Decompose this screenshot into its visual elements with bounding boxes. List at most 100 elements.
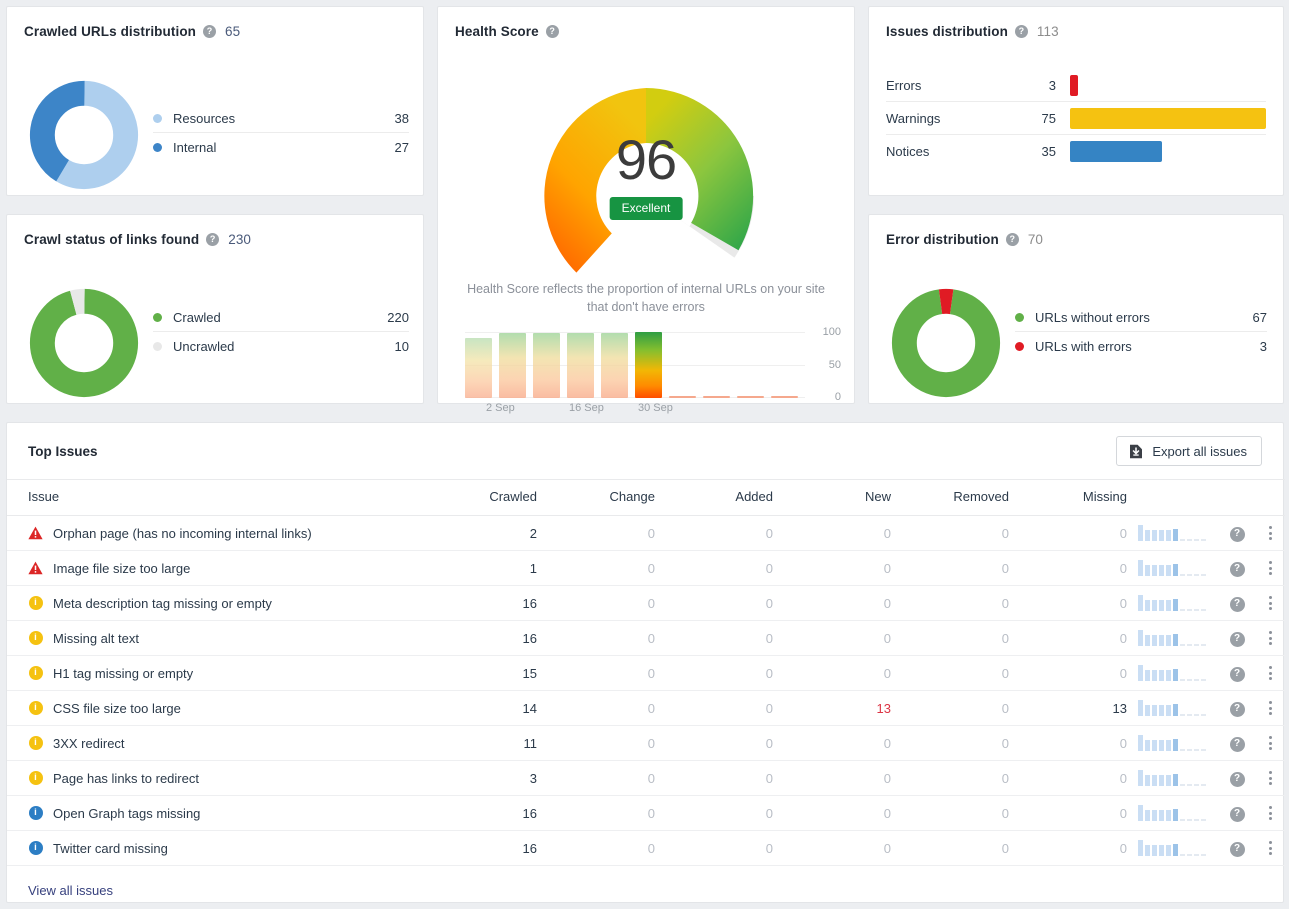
- bar-track: [1070, 74, 1266, 96]
- cell-help[interactable]: ?: [1219, 795, 1255, 831]
- cell-added: 0: [655, 620, 773, 656]
- cell-missing: 0: [1009, 655, 1127, 691]
- cell-actions[interactable]: [1255, 690, 1285, 726]
- cell-issue[interactable]: i Meta description tag missing or empty: [7, 585, 427, 621]
- history-bar: [567, 333, 594, 398]
- cell-issue[interactable]: Image file size too large: [7, 550, 427, 586]
- table-row[interactable]: i Twitter card missing 16 0 0 0 0 0?: [7, 830, 1285, 866]
- cell-help[interactable]: ?: [1219, 830, 1255, 866]
- table-row[interactable]: i Missing alt text 16 0 0 0 0 0?: [7, 620, 1285, 656]
- col-header-issue[interactable]: Issue: [7, 479, 427, 516]
- history-bar: [465, 338, 492, 398]
- trend-sparkline: [1138, 838, 1208, 856]
- help-icon[interactable]: ?: [1229, 771, 1245, 787]
- kebab-menu-icon[interactable]: [1262, 841, 1278, 855]
- cell-help[interactable]: ?: [1219, 760, 1255, 796]
- kebab-menu-icon[interactable]: [1262, 526, 1278, 540]
- help-icon[interactable]: ?: [1229, 736, 1245, 752]
- cell-issue[interactable]: i CSS file size too large: [7, 690, 427, 726]
- cell-change: 0: [537, 760, 655, 796]
- kebab-menu-icon[interactable]: [1262, 806, 1278, 820]
- col-header-missing[interactable]: Missing: [1009, 479, 1127, 516]
- export-all-issues-button[interactable]: Export all issues: [1116, 436, 1262, 466]
- cell-missing: 0: [1009, 515, 1127, 551]
- cell-crawled: 16: [427, 620, 537, 656]
- cell-issue[interactable]: i Page has links to redirect: [7, 760, 427, 796]
- col-header-crawled[interactable]: Crawled: [427, 479, 537, 516]
- view-all-issues: View all issues: [7, 866, 1283, 898]
- help-icon[interactable]: ?: [1229, 596, 1245, 612]
- cell-issue[interactable]: i Missing alt text: [7, 620, 427, 656]
- cell-issue[interactable]: i Twitter card missing: [7, 830, 427, 866]
- cell-help[interactable]: ?: [1219, 620, 1255, 656]
- help-icon[interactable]: ?: [545, 25, 559, 38]
- cell-actions[interactable]: [1255, 585, 1285, 621]
- cell-actions[interactable]: [1255, 795, 1285, 831]
- cell-trend: [1127, 760, 1219, 796]
- table-row[interactable]: i Page has links to redirect 3 0 0 0 0 0?: [7, 760, 1285, 796]
- table-row[interactable]: i H1 tag missing or empty 15 0 0 0 0 0?: [7, 655, 1285, 691]
- col-header-trend: [1127, 479, 1219, 516]
- cell-actions[interactable]: [1255, 725, 1285, 761]
- x-tick-label: 30 Sep: [638, 402, 673, 414]
- help-icon[interactable]: ?: [1229, 806, 1245, 822]
- cell-actions[interactable]: [1255, 550, 1285, 586]
- cell-help[interactable]: ?: [1219, 585, 1255, 621]
- history-bars: [465, 332, 805, 398]
- col-header-added[interactable]: Added: [655, 479, 773, 516]
- help-icon[interactable]: ?: [1005, 233, 1019, 246]
- table-row[interactable]: Image file size too large 1 0 0 0 0 0?: [7, 550, 1285, 586]
- table-row[interactable]: i 3XX redirect 11 0 0 0 0 0?: [7, 725, 1285, 761]
- trend-sparkline: [1138, 663, 1208, 681]
- cell-actions[interactable]: [1255, 760, 1285, 796]
- table-row[interactable]: Orphan page (has no incoming internal li…: [7, 515, 1285, 551]
- kebab-menu-icon[interactable]: [1262, 736, 1278, 750]
- cell-help[interactable]: ?: [1219, 515, 1255, 551]
- table-row[interactable]: i Open Graph tags missing 16 0 0 0 0 0?: [7, 795, 1285, 831]
- help-icon[interactable]: ?: [1229, 701, 1245, 717]
- cell-crawled: 1: [427, 550, 537, 586]
- help-icon[interactable]: ?: [206, 233, 220, 246]
- cell-actions[interactable]: [1255, 515, 1285, 551]
- cell-issue[interactable]: i 3XX redirect: [7, 725, 427, 761]
- issue-label: Orphan page (has no incoming internal li…: [53, 525, 312, 541]
- help-icon[interactable]: ?: [1014, 25, 1028, 38]
- col-header-new[interactable]: New: [773, 479, 891, 516]
- cell-help[interactable]: ?: [1219, 725, 1255, 761]
- crawl-status-donut: [29, 288, 139, 403]
- cell-trend: [1127, 795, 1219, 831]
- cell-issue[interactable]: Orphan page (has no incoming internal li…: [7, 515, 427, 551]
- cell-issue[interactable]: i Open Graph tags missing: [7, 795, 427, 831]
- legend-label: URLs without errors: [1035, 309, 1150, 325]
- help-icon[interactable]: ?: [1229, 841, 1245, 857]
- help-icon[interactable]: ?: [203, 25, 217, 38]
- cell-help[interactable]: ?: [1219, 550, 1255, 586]
- table-row[interactable]: i Meta description tag missing or empty 16…: [7, 585, 1285, 621]
- cell-help[interactable]: ?: [1219, 690, 1255, 726]
- kebab-menu-icon[interactable]: [1262, 666, 1278, 680]
- kebab-menu-icon[interactable]: [1262, 561, 1278, 575]
- col-header-removed[interactable]: Removed: [891, 479, 1009, 516]
- kebab-menu-icon[interactable]: [1262, 596, 1278, 610]
- issue-label: 3XX redirect: [53, 735, 125, 751]
- help-icon[interactable]: ?: [1229, 631, 1245, 647]
- cell-new: 0: [773, 760, 891, 796]
- kebab-menu-icon[interactable]: [1262, 771, 1278, 785]
- kebab-menu-icon[interactable]: [1262, 701, 1278, 715]
- cell-change: 0: [537, 655, 655, 691]
- kebab-menu-icon[interactable]: [1262, 631, 1278, 645]
- view-all-issues-link[interactable]: View all issues: [28, 883, 113, 898]
- cell-help[interactable]: ?: [1219, 655, 1255, 691]
- cell-actions[interactable]: [1255, 655, 1285, 691]
- error-triangle-icon: [28, 561, 43, 576]
- table-row[interactable]: i CSS file size too large 14 0 0 13 0 13?: [7, 690, 1285, 726]
- cell-issue[interactable]: i H1 tag missing or empty: [7, 655, 427, 691]
- help-icon[interactable]: ?: [1229, 526, 1245, 542]
- cell-actions[interactable]: [1255, 830, 1285, 866]
- legend-color-swatch: [153, 113, 162, 123]
- col-header-change[interactable]: Change: [537, 479, 655, 516]
- help-icon[interactable]: ?: [1229, 561, 1245, 577]
- cell-actions[interactable]: [1255, 620, 1285, 656]
- dashboard-root: Crawled URLs distribution ? 65 Resources…: [0, 0, 1289, 909]
- help-icon[interactable]: ?: [1229, 666, 1245, 682]
